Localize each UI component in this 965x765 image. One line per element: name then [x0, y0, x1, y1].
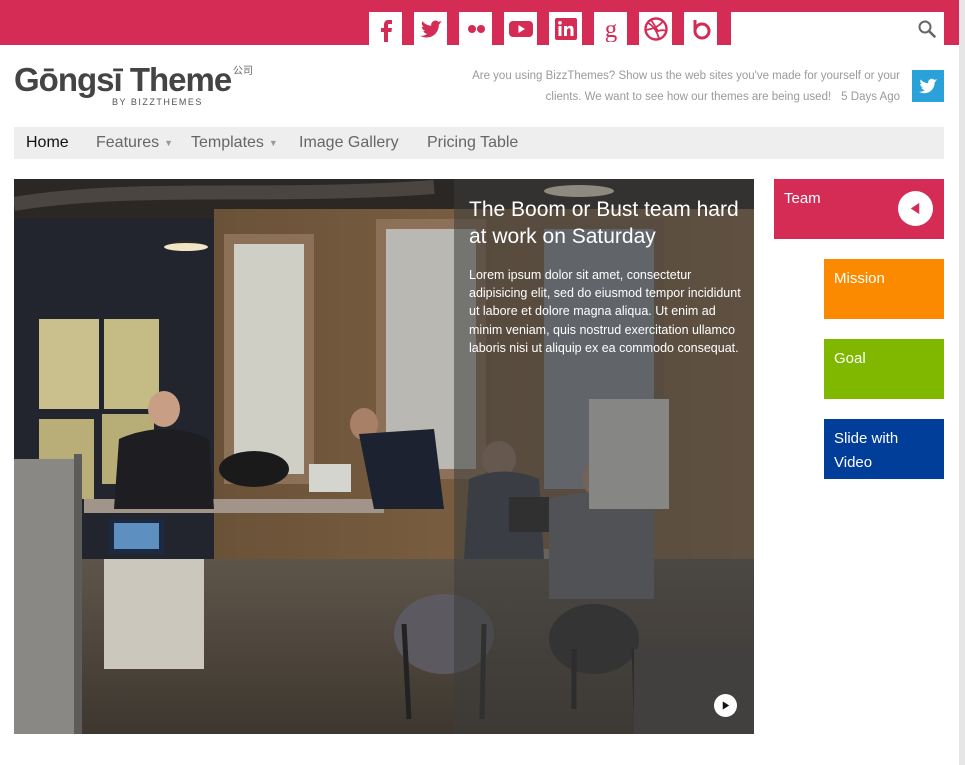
slider-image[interactable]: The Boom or Bust team hard at work on Sa… — [14, 179, 754, 734]
tab-goal[interactable]: Goal — [824, 339, 944, 399]
logo-chinese-mark: 公司 — [233, 66, 253, 77]
twitter-bird-icon — [918, 78, 938, 94]
tab-mission[interactable]: Mission — [824, 259, 944, 319]
tab-slide-with-video[interactable]: Slide with Video — [824, 419, 944, 479]
slide-caption: The Boom or Bust team hard at work on Sa… — [454, 179, 754, 734]
arrow-left-icon — [898, 191, 933, 226]
main-nav: Home Features ▼ Templates ▼ Image Gallery … — [14, 127, 944, 159]
play-button[interactable] — [714, 694, 737, 717]
nav-features-label: Features — [96, 134, 160, 152]
twitter-icon[interactable] — [414, 12, 447, 45]
nav-gallery-label: Image Gallery — [299, 134, 399, 151]
slide-title: The Boom or Bust team hard at work on Sa… — [469, 198, 739, 248]
nav-features[interactable]: Features ▼ — [96, 127, 173, 159]
flickr-icon[interactable] — [459, 12, 492, 45]
logo-subtitle: BY BIZZTHEMES — [112, 97, 203, 107]
tab-mission-label: Mission — [834, 270, 885, 287]
slide-text: Lorem ipsum dolor sit amet, consectetur … — [469, 268, 741, 355]
facebook-icon[interactable] — [369, 12, 402, 45]
dribbble-icon[interactable] — [639, 12, 672, 45]
logo-title: Gōngsī Theme — [14, 61, 232, 98]
tweet-text: Are you using BizzThemes? Show us the we… — [472, 70, 900, 103]
dropdown-arrow-icon: ▼ — [268, 138, 278, 148]
latest-tweet: Are you using BizzThemes? Show us the we… — [470, 66, 900, 108]
tab-team[interactable]: Team — [774, 179, 944, 239]
nav-home-label: Home — [26, 134, 69, 151]
svg-text:g: g — [604, 16, 617, 42]
dropdown-arrow-icon: ▼ — [164, 138, 174, 148]
play-icon — [722, 701, 730, 710]
youtube-icon[interactable] — [504, 12, 537, 45]
nav-pricing-table[interactable]: Pricing Table — [427, 127, 518, 159]
page: g Gōngsī Theme 公司 BY BIZZTHEMES Are you … — [0, 0, 965, 765]
tweet-time[interactable]: 5 Days Ago — [841, 91, 900, 103]
nav-home[interactable]: Home — [26, 127, 69, 159]
linkedin-icon[interactable] — [549, 12, 582, 45]
nav-pricing-label: Pricing Table — [427, 134, 519, 151]
search-input[interactable] — [731, 12, 944, 45]
nav-templates[interactable]: Templates ▼ — [191, 127, 278, 159]
twitter-follow-button[interactable] — [912, 70, 944, 102]
google-icon[interactable]: g — [594, 12, 627, 45]
tab-video-label: Slide with Video — [834, 430, 899, 471]
tab-team-label: Team — [784, 190, 821, 207]
nav-templates-label: Templates — [191, 134, 264, 152]
scrollbar[interactable] — [959, 0, 965, 765]
search-icon[interactable] — [917, 19, 937, 39]
logo[interactable]: Gōngsī Theme 公司 BY BIZZTHEMES — [14, 60, 253, 107]
tab-goal-label: Goal — [834, 350, 866, 367]
behance-icon[interactable] — [684, 12, 717, 45]
nav-image-gallery[interactable]: Image Gallery — [299, 127, 399, 159]
